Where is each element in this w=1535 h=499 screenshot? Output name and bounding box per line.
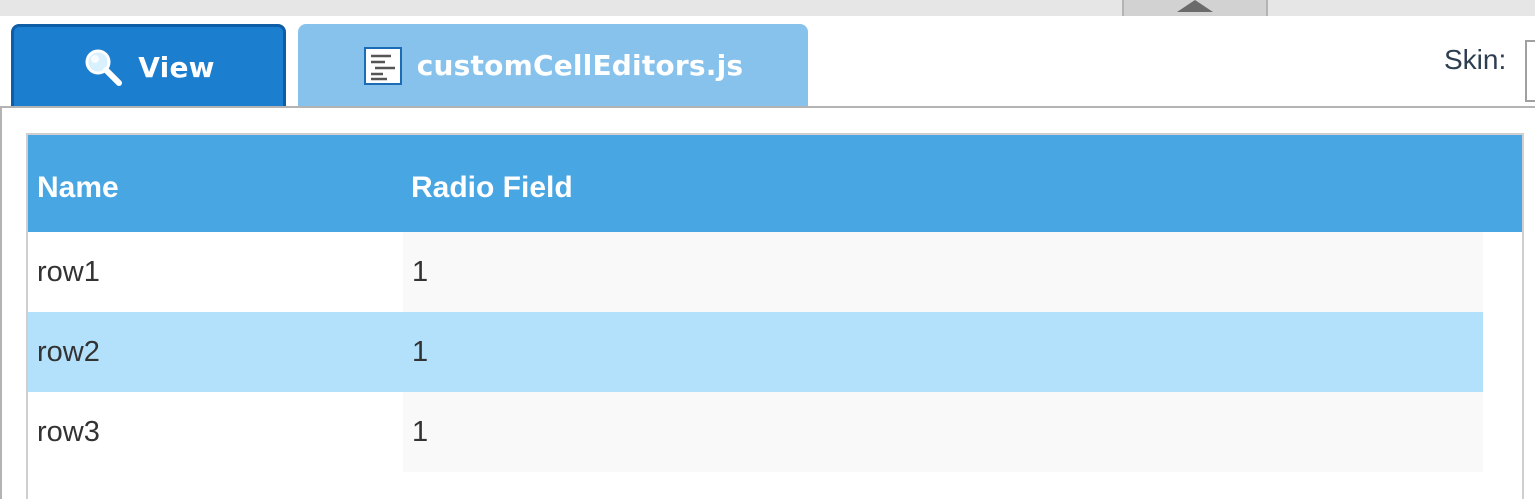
source-file-icon bbox=[363, 46, 403, 86]
cell-radio-field[interactable]: 1 bbox=[403, 232, 1483, 312]
cell-radio-field[interactable]: 1 bbox=[403, 312, 1483, 392]
tab-bar: View customCellEditors.js bbox=[0, 16, 1535, 107]
magnifier-icon bbox=[82, 46, 124, 88]
skin-select[interactable] bbox=[1525, 40, 1535, 102]
panel-left-border bbox=[0, 106, 2, 499]
cell-name: row1 bbox=[28, 232, 403, 312]
cell-radio-field[interactable]: 1 bbox=[403, 392, 1483, 472]
table-row[interactable]: row1 1 bbox=[28, 232, 1483, 312]
tab-view-label: View bbox=[138, 50, 215, 84]
column-header-radio-field[interactable]: Radio Field bbox=[411, 171, 573, 205]
table-row-selected[interactable]: row2 1 bbox=[28, 312, 1483, 392]
tab-source-file[interactable]: customCellEditors.js bbox=[298, 24, 808, 107]
top-strip bbox=[0, 0, 1535, 16]
panel-top-border bbox=[0, 106, 1535, 108]
table-row[interactable]: row3 1 bbox=[28, 392, 1483, 472]
cell-name: row3 bbox=[28, 392, 403, 472]
list-grid: Name Radio Field row1 1 row2 1 row3 1 bbox=[26, 133, 1524, 499]
column-header-name[interactable]: Name bbox=[37, 171, 119, 205]
skin-label: Skin: bbox=[1444, 44, 1507, 75]
tab-view[interactable]: View bbox=[11, 24, 286, 107]
tab-source-file-label: customCellEditors.js bbox=[416, 49, 744, 82]
cell-name: row2 bbox=[28, 312, 403, 392]
grid-header: Name Radio Field bbox=[28, 135, 1522, 232]
up-arrow-icon[interactable] bbox=[1177, 0, 1213, 12]
